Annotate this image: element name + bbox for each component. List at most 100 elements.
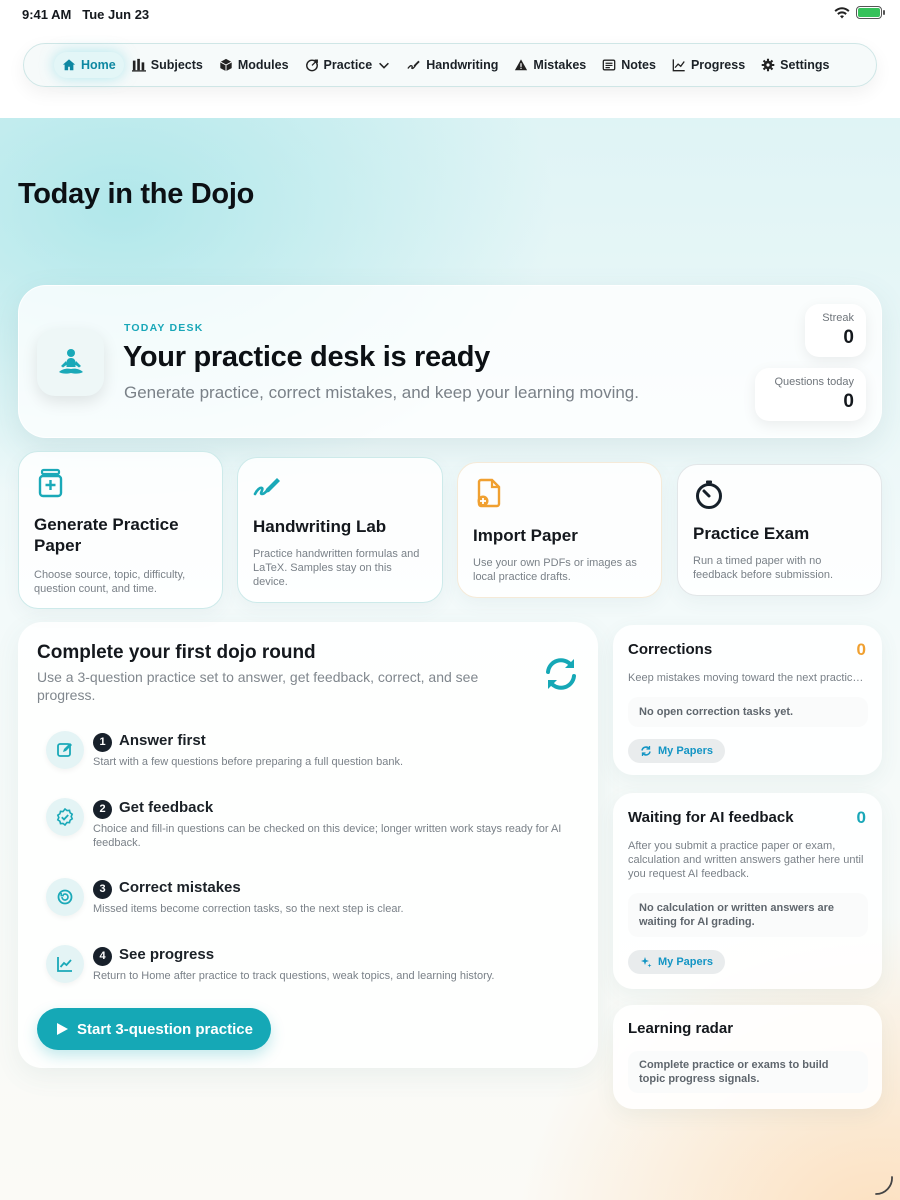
generate-paper-desc: Choose source, topic, difficulty, questi… <box>34 569 186 595</box>
first-round-subtitle: Use a 3-question practice set to answer,… <box>37 669 479 703</box>
status-clock: 9:41 AM <box>22 7 72 22</box>
nav-modules-label: Modules <box>237 58 289 72</box>
chevron-down-icon <box>379 62 390 69</box>
learning-radar-panel: Learning radar Complete practice or exam… <box>613 1005 882 1109</box>
questions-today-stat: Questions today 0 <box>755 368 866 421</box>
generate-paper-title: Generate Practice Paper <box>34 515 179 555</box>
nav-progress-label: Progress <box>690 58 746 72</box>
desk-kicker: TODAY DESK <box>124 322 204 334</box>
nav-mistakes[interactable]: Mistakes <box>506 52 594 78</box>
refresh-icon <box>641 746 651 756</box>
nav-handwriting[interactable]: Handwriting <box>399 52 506 78</box>
step-icon-wrap <box>46 731 84 769</box>
corrections-title: Corrections <box>628 641 713 658</box>
file-import-icon <box>477 478 501 508</box>
step-title: Answer first <box>119 732 206 749</box>
streak-stat: Streak 0 <box>805 304 866 357</box>
first-round-panel: Complete your first dojo round Use a 3-q… <box>18 622 598 1068</box>
corrections-desc: Keep mistakes moving toward the next pra… <box>628 672 864 684</box>
practice-exam-desc: Run a timed paper with no feedback befor… <box>693 555 834 581</box>
questions-today-value: 0 <box>843 391 854 412</box>
nav-home[interactable]: Home <box>54 52 124 78</box>
handwriting-pen-icon <box>253 478 280 496</box>
gear-icon <box>761 58 775 72</box>
import-paper-desc: Use your own PDFs or images as local pra… <box>473 557 637 583</box>
import-paper-card[interactable]: Import Paper Use your own PDFs or images… <box>457 462 662 598</box>
cube-icon <box>219 58 232 72</box>
handwriting-lab-title: Handwriting Lab <box>253 517 387 536</box>
refresh-cycle-icon <box>546 658 576 690</box>
ai-feedback-desc: After you submit a practice paper or exa… <box>628 840 864 880</box>
streak-label: Streak <box>822 312 854 324</box>
nav-home-label: Home <box>81 58 116 72</box>
retry-icon <box>57 889 73 905</box>
step-title: Get feedback <box>119 799 214 816</box>
meditation-icon <box>58 348 83 374</box>
step-title: See progress <box>119 946 215 963</box>
line-chart-icon <box>672 59 685 72</box>
sparkle-icon <box>641 957 652 968</box>
paper-plus-icon <box>38 468 63 498</box>
step-correct-mistakes: 3 Correct mistakes Missed items become c… <box>46 878 581 922</box>
practice-exam-title: Practice Exam <box>693 524 810 543</box>
step-desc: Return to Home after practice to track q… <box>93 970 495 982</box>
import-paper-title: Import Paper <box>473 526 578 545</box>
nav-practice[interactable]: Practice <box>297 52 400 78</box>
step-icon-wrap <box>46 945 84 983</box>
nav-settings[interactable]: Settings <box>753 52 837 78</box>
step-answer-first: 1 Answer first Start with a few question… <box>46 731 581 775</box>
page-title: Today in the Dojo <box>18 178 255 210</box>
ai-feedback-my-papers-button[interactable]: My Papers <box>628 950 726 974</box>
ai-feedback-panel: Waiting for AI feedback 0 After you subm… <box>613 793 882 989</box>
step-number: 2 <box>93 800 112 819</box>
step-get-feedback: 2 Get feedback Choice and fill-in questi… <box>46 798 581 854</box>
ai-feedback-title: Waiting for AI feedback <box>628 809 794 826</box>
step-desc: Start with a few questions before prepar… <box>93 756 404 768</box>
corrections-empty-state: No open correction tasks yet. <box>628 697 868 727</box>
step-desc: Missed items become correction tasks, so… <box>93 903 404 915</box>
top-nav: Home Subjects Modules Practice Handwriti… <box>23 43 877 87</box>
warning-icon <box>515 59 528 71</box>
nav-progress[interactable]: Progress <box>664 52 753 78</box>
first-round-title: Complete your first dojo round <box>37 642 316 663</box>
corrections-button-label: My Papers <box>658 745 714 757</box>
step-icon-wrap <box>46 798 84 836</box>
handwriting-lab-card[interactable]: Handwriting Lab Practice handwritten for… <box>237 457 443 603</box>
desk-subtitle: Generate practice, correct mistakes, and… <box>124 383 639 402</box>
start-practice-button[interactable]: Start 3-question practice <box>37 1008 271 1050</box>
desk-icon-tile <box>37 329 104 396</box>
note-icon <box>602 59 616 71</box>
nav-subjects[interactable]: Subjects <box>124 52 211 78</box>
corrections-panel: Corrections 0 Keep mistakes moving towar… <box>613 625 882 775</box>
status-indicators <box>834 6 885 19</box>
corrections-my-papers-button[interactable]: My Papers <box>628 739 726 763</box>
timer-icon <box>696 480 722 509</box>
step-number: 1 <box>93 733 112 752</box>
nav-mistakes-label: Mistakes <box>533 58 587 72</box>
streak-value: 0 <box>843 327 854 348</box>
step-desc: Choice and fill-in questions can be chec… <box>93 823 562 849</box>
nav-settings-label: Settings <box>780 58 830 72</box>
corrections-count: 0 <box>856 640 866 659</box>
check-badge-icon <box>56 808 74 826</box>
ai-feedback-button-label: My Papers <box>658 956 714 968</box>
nav-notes[interactable]: Notes <box>594 52 664 78</box>
today-desk-card: TODAY DESK Your practice desk is ready G… <box>18 285 882 438</box>
home-icon <box>62 59 76 71</box>
status-time: 9:41 AM Tue Jun 23 <box>22 7 149 22</box>
nav-handwriting-label: Handwriting <box>426 58 499 72</box>
play-icon <box>57 1023 69 1035</box>
bar-chart-icon <box>131 58 146 72</box>
nav-modules[interactable]: Modules <box>211 52 297 78</box>
edit-icon <box>57 743 72 757</box>
status-date: Tue Jun 23 <box>82 7 150 22</box>
battery-icon <box>856 6 885 19</box>
practice-exam-card[interactable]: Practice Exam Run a timed paper with no … <box>677 464 882 596</box>
handwriting-lab-desc: Practice handwritten formulas and LaTeX.… <box>253 548 420 588</box>
target-icon <box>305 59 318 72</box>
step-number: 4 <box>93 947 112 966</box>
generate-paper-card[interactable]: Generate Practice Paper Choose source, t… <box>18 451 223 609</box>
learning-radar-empty-state: Complete practice or exams to build topi… <box>628 1051 868 1093</box>
loading-spinner-icon <box>875 1176 893 1195</box>
step-title: Correct mistakes <box>119 879 241 896</box>
